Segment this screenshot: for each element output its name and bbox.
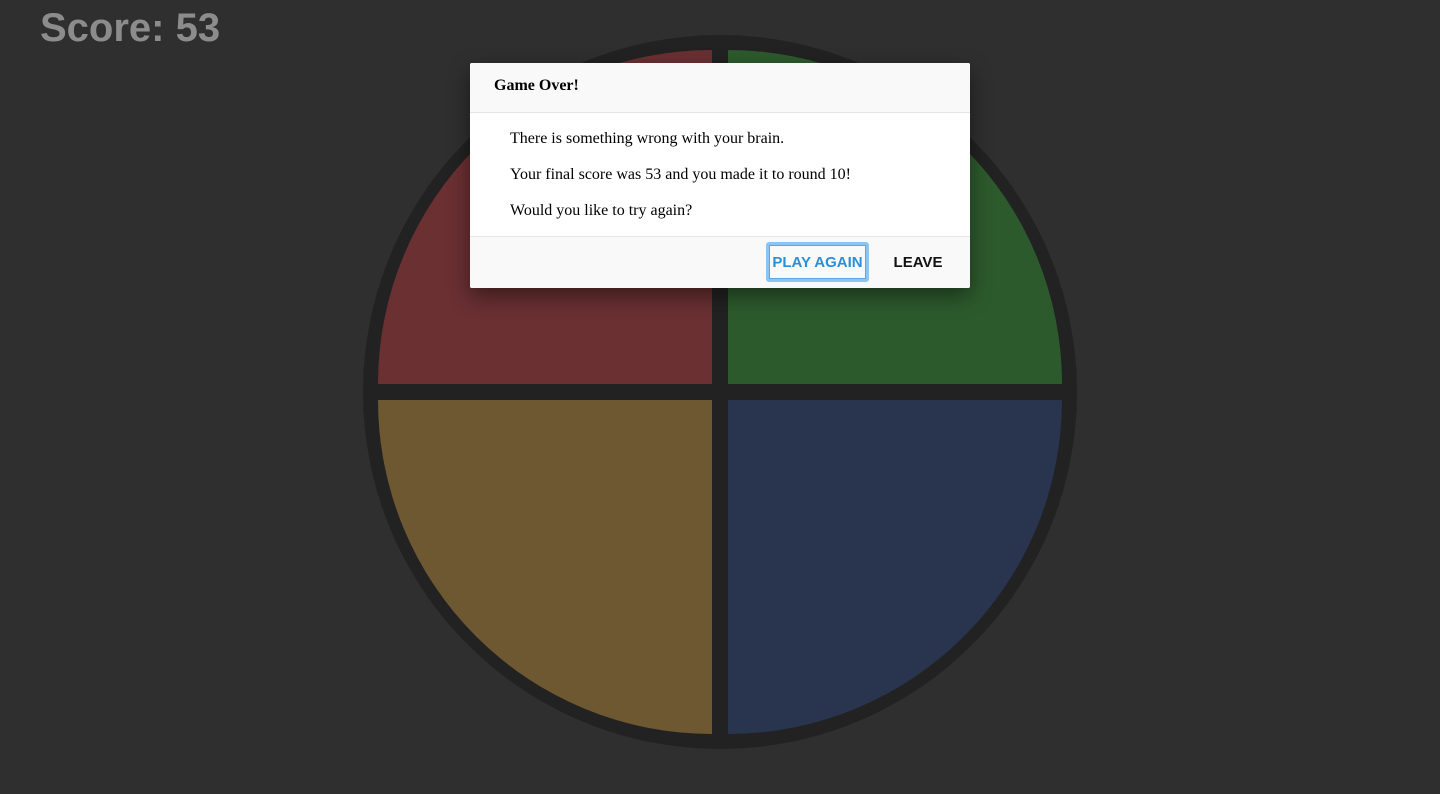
score-display: Score: 53 xyxy=(40,6,221,50)
dialog-body: There is something wrong with your brain… xyxy=(470,113,970,236)
dialog-title: Game Over! xyxy=(470,63,970,113)
yellow-pad[interactable] xyxy=(378,400,712,734)
game-over-dialog: Game Over! There is something wrong with… xyxy=(470,63,970,288)
dialog-message-score: Your final score was 53 and you made it … xyxy=(510,166,851,183)
blue-pad[interactable] xyxy=(728,400,1062,734)
dialog-message-brain: There is something wrong with your brain… xyxy=(510,130,785,147)
dialog-footer: Play Again Leave xyxy=(470,236,970,288)
leave-button[interactable]: Leave xyxy=(884,242,952,282)
play-again-button[interactable]: Play Again xyxy=(766,242,869,282)
dialog-message-retry: Would you like to try again? xyxy=(510,202,693,219)
